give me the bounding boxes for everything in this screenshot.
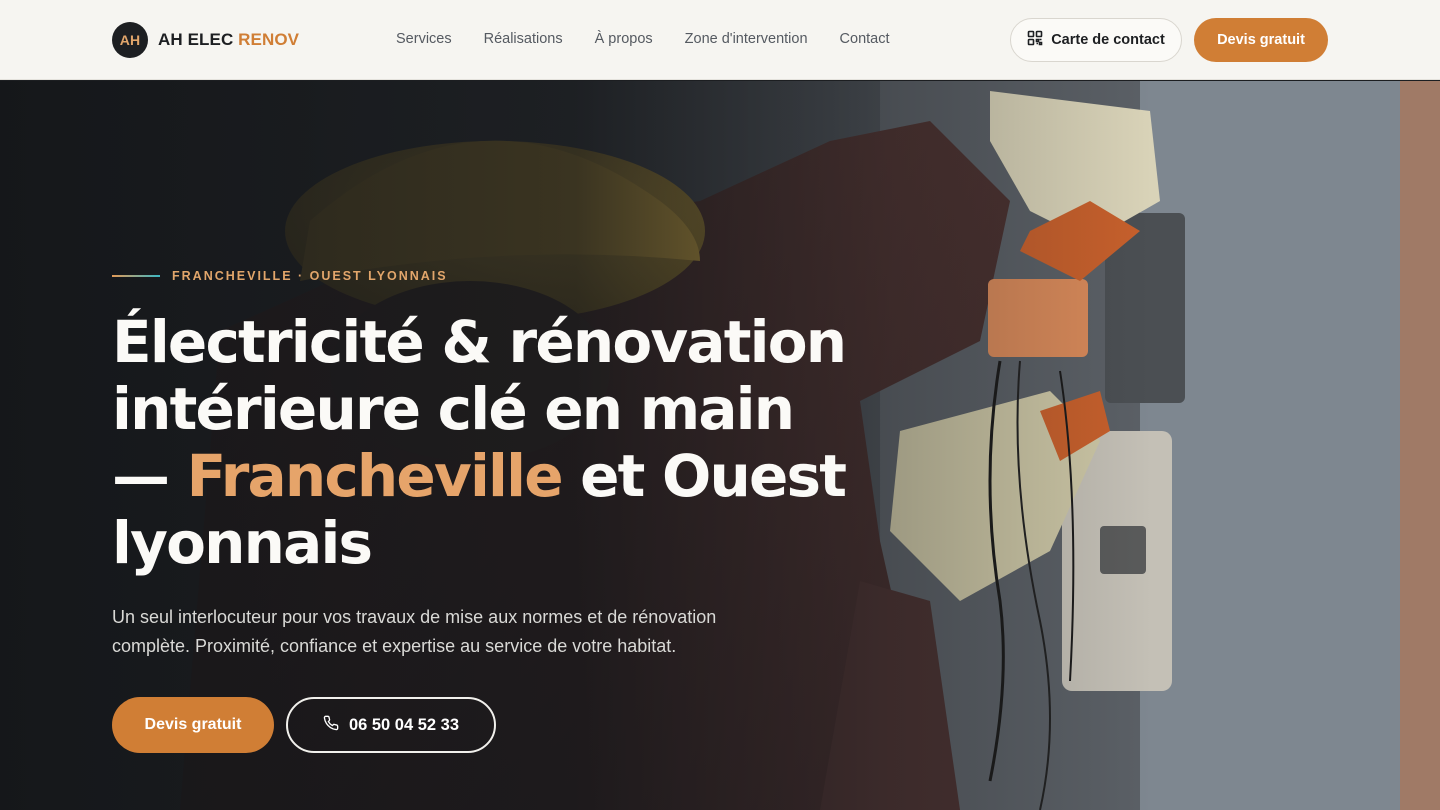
brand-name-accent: RENOV — [238, 30, 300, 49]
hero-lead: Un seul interlocuteur pour vos travaux d… — [112, 607, 717, 656]
hero-eyebrow: FRANCHEVILLE · OUEST LYONNAIS — [112, 269, 448, 283]
phone-number: 06 50 04 52 33 — [348, 715, 460, 734]
header-quote-button[interactable]: Devis gratuit — [1194, 18, 1328, 62]
phone-icon — [323, 715, 339, 736]
eyebrow-divider — [112, 275, 160, 277]
qr-code-icon — [1027, 30, 1043, 50]
nav-realisations[interactable]: Réalisations — [484, 31, 563, 47]
nav-contact[interactable]: Contact — [840, 31, 890, 47]
brand-logo: AH — [112, 22, 148, 58]
contact-card-label: Carte de contact — [1051, 32, 1165, 48]
brand-link[interactable]: AH AH ELEC RENOV — [112, 22, 299, 58]
brand-name: AH ELEC RENOV — [158, 30, 299, 50]
hero-section: FRANCHEVILLE · OUEST LYONNAIS Électricit… — [0, 81, 1440, 810]
site-header: AH AH ELEC RENOV Services Réalisations À… — [0, 0, 1440, 80]
eyebrow-text: FRANCHEVILLE · OUEST LYONNAIS — [172, 269, 448, 283]
main-nav: Services Réalisations À propos Zone d'in… — [396, 31, 890, 47]
hero-quote-button[interactable]: Devis gratuit — [112, 697, 274, 753]
hero-title-highlight: Francheville — [186, 442, 564, 510]
nav-a-propos[interactable]: À propos — [595, 31, 653, 47]
nav-zone-intervention[interactable]: Zone d'intervention — [685, 31, 808, 47]
nav-services[interactable]: Services — [396, 31, 452, 47]
hero-title: Électricité & rénovation intérieure clé … — [112, 309, 852, 577]
hero-phone-button[interactable]: 06 50 04 52 33 — [286, 697, 496, 753]
brand-name-main: AH ELEC — [158, 30, 234, 49]
contact-card-button[interactable]: Carte de contact — [1010, 18, 1182, 62]
